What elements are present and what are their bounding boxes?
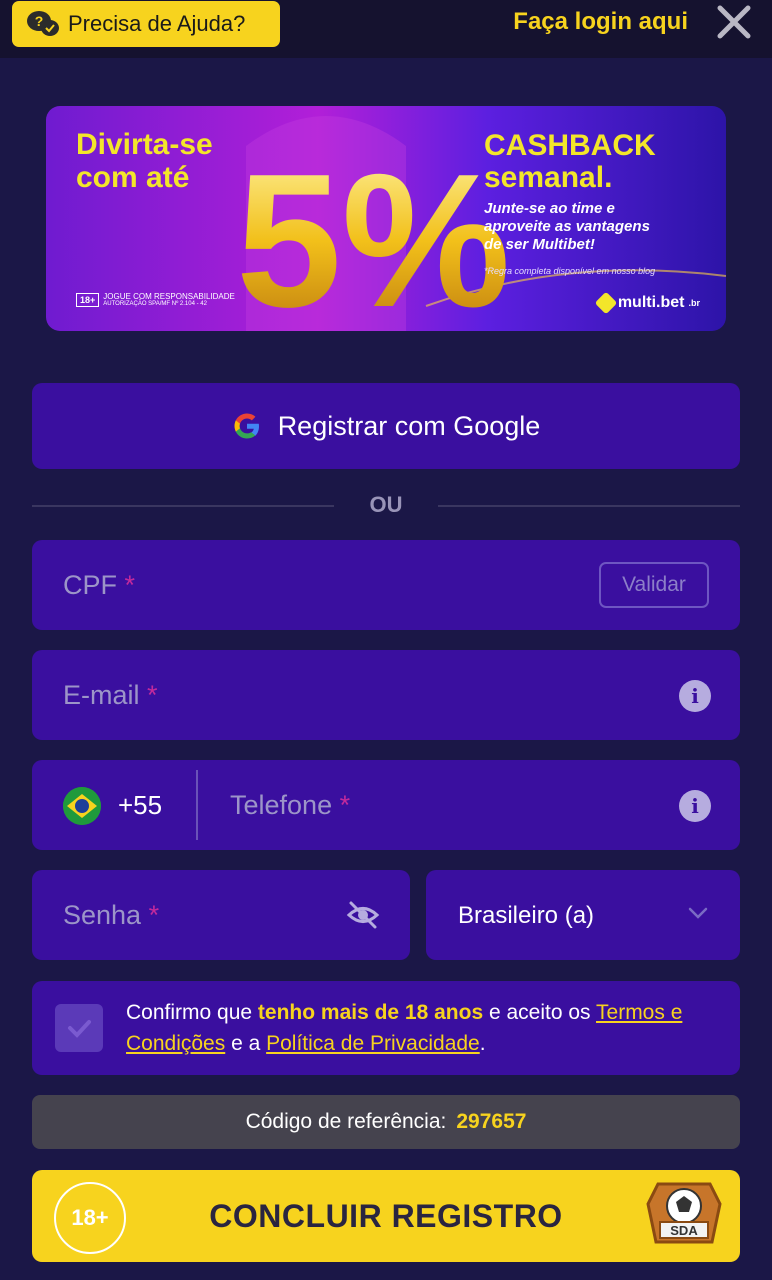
- submit-label: CONCLUIR REGISTRO: [209, 1198, 563, 1234]
- eye-slash-icon[interactable]: [346, 900, 380, 930]
- svg-text:SDA: SDA: [670, 1223, 698, 1238]
- banner-left-text: Divirta-se com até: [76, 128, 213, 194]
- password-field[interactable]: Senha *: [32, 870, 410, 960]
- email-field[interactable]: E-mail * i: [32, 650, 740, 740]
- age-terms-checkbox[interactable]: [55, 1004, 103, 1052]
- country-code[interactable]: +55: [118, 790, 162, 821]
- or-divider: OU: [32, 490, 740, 520]
- privacy-link[interactable]: Política de Privacidade: [266, 1032, 480, 1055]
- nationality-value: Brasileiro (a): [458, 902, 595, 929]
- promo-banner[interactable]: 5% Divirta-se com até 18+ JOGUE COM RESP…: [46, 106, 726, 331]
- terms-text: Confirmo que tenho mais de 18 anos e ace…: [126, 1001, 683, 1055]
- sda-badge-icon: SDA: [642, 1176, 726, 1254]
- banner-title: CASHBACK semanal.: [484, 129, 656, 194]
- validate-button[interactable]: Validar: [599, 562, 709, 608]
- phone-field[interactable]: +55 Telefone * i: [32, 760, 740, 850]
- google-icon: [232, 411, 262, 441]
- banner-rule: *Regra completa disponível em nosso blog: [484, 266, 656, 276]
- referral-code: 297657: [456, 1110, 527, 1133]
- nationality-select[interactable]: Brasileiro (a): [426, 870, 740, 960]
- banner-percent: 5%: [236, 135, 511, 331]
- chat-help-icon: ?: [26, 10, 60, 38]
- password-placeholder: Senha *: [63, 900, 160, 930]
- age-highlight: tenho mais de 18 anos: [257, 1001, 484, 1024]
- referral-code-bar: Código de referência: 297657: [32, 1095, 740, 1149]
- help-button[interactable]: ? Precisa de Ajuda?: [12, 1, 280, 47]
- close-icon[interactable]: [716, 4, 752, 40]
- email-placeholder: E-mail *: [63, 680, 158, 710]
- top-bar: ? Precisa de Ajuda? Faça login aqui: [0, 0, 772, 58]
- brazil-flag-icon[interactable]: [63, 787, 101, 825]
- referral-label: Código de referência:: [245, 1110, 447, 1133]
- help-label: Precisa de Ajuda?: [68, 11, 246, 36]
- banner-responsible: 18+ JOGUE COM RESPONSABILIDADE AUTORIZAÇ…: [76, 292, 235, 307]
- banner-logo: multi.bet .br: [594, 291, 700, 315]
- info-icon[interactable]: i: [679, 680, 711, 712]
- chevron-down-icon: [688, 906, 708, 920]
- phone-placeholder: Telefone *: [230, 790, 351, 820]
- login-link[interactable]: Faça login aqui: [513, 8, 688, 36]
- cpf-placeholder: CPF *: [63, 570, 136, 600]
- banner-subtitle: Junte-se ao time e aproveite as vantagen…: [484, 200, 650, 253]
- terms-box: Confirmo que tenho mais de 18 anos e ace…: [32, 981, 740, 1075]
- google-register-button[interactable]: Registrar com Google: [32, 383, 740, 469]
- info-icon[interactable]: i: [679, 790, 711, 822]
- phone-separator: [196, 770, 198, 840]
- multibet-logo-icon: [594, 291, 618, 315]
- google-register-label: Registrar com Google: [277, 410, 541, 441]
- cpf-field[interactable]: CPF * Validar: [32, 540, 740, 630]
- submit-register-button[interactable]: 18+ CONCLUIR REGISTRO SDA: [32, 1170, 740, 1262]
